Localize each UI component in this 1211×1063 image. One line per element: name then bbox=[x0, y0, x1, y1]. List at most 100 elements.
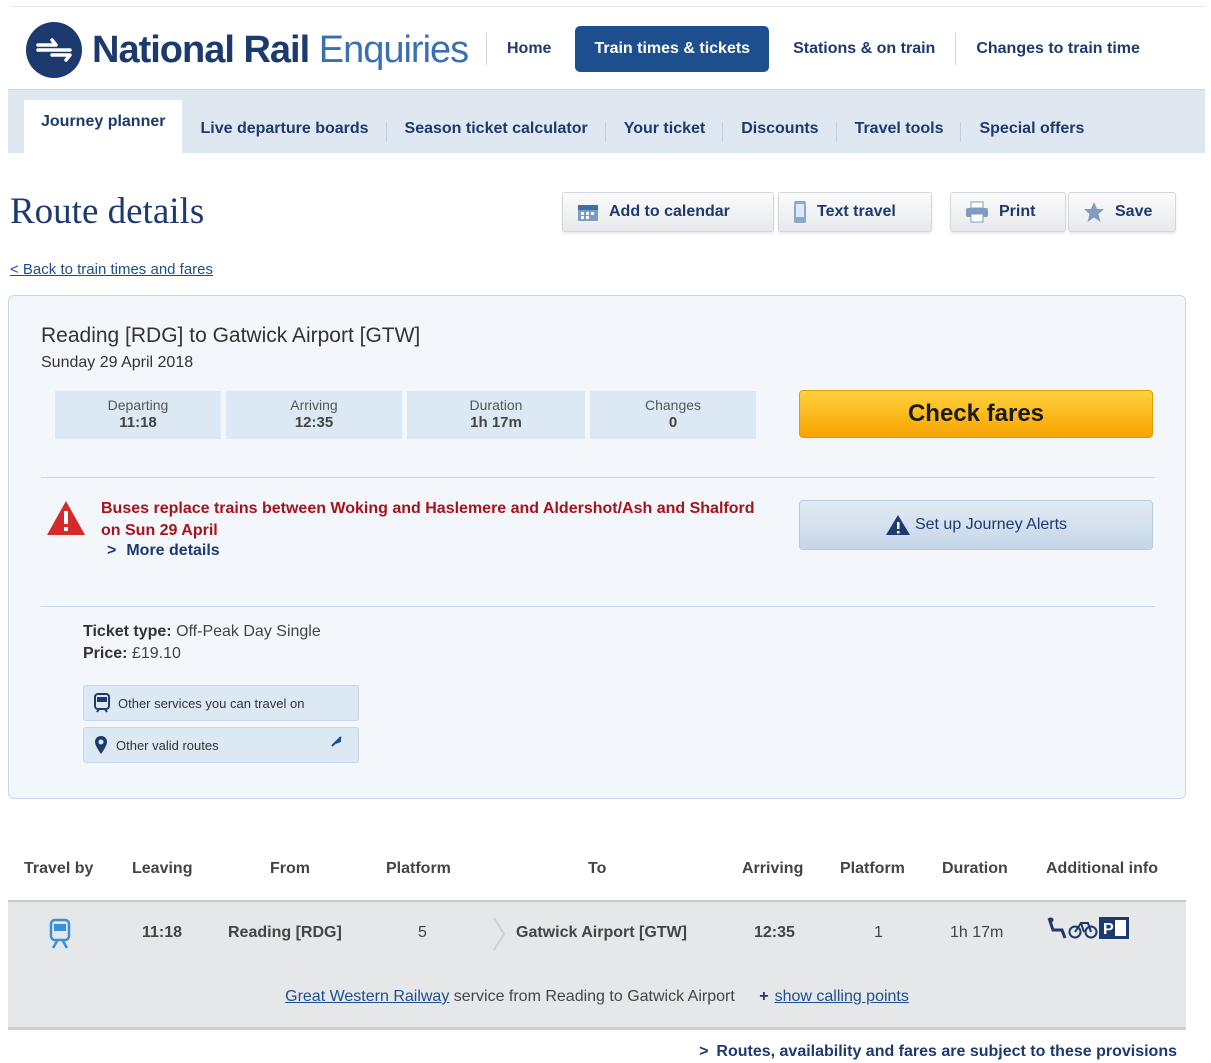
tab-special-offers[interactable]: Special offers bbox=[961, 100, 1102, 153]
save-button[interactable]: Save bbox=[1068, 192, 1176, 232]
print-button[interactable]: Print bbox=[950, 192, 1066, 232]
nav-home[interactable]: Home bbox=[487, 40, 571, 58]
stat-value: 11:18 bbox=[119, 414, 157, 431]
journey-stats: Departing 11:18 Arriving 12:35 Duration … bbox=[55, 391, 761, 439]
col-duration: Duration bbox=[942, 860, 1008, 877]
header-divider bbox=[10, 6, 1205, 7]
mobile-phone-icon bbox=[794, 201, 806, 223]
col-to: To bbox=[588, 860, 607, 877]
map-pin-icon bbox=[95, 736, 107, 754]
journey-table-header: Travel by Leaving From Platform To Arriv… bbox=[8, 860, 1186, 884]
route-date: Sunday 29 April 2018 bbox=[41, 354, 194, 371]
journey-alerts-label: Set up Journey Alerts bbox=[914, 516, 1068, 533]
row-from-platform: 5 bbox=[418, 924, 427, 941]
tab-travel-tools[interactable]: Travel tools bbox=[837, 100, 962, 153]
tab-season-ticket-calculator[interactable]: Season ticket calculator bbox=[387, 100, 606, 153]
col-platform: Platform bbox=[386, 860, 451, 877]
operator-link[interactable]: Great Western Railway bbox=[285, 988, 449, 1005]
warning-icon bbox=[47, 501, 85, 535]
service-alert-text: Buses replace trains between Woking and … bbox=[101, 500, 755, 539]
service-description: service from Reading to Gatwick Airport bbox=[453, 988, 735, 1005]
national-rail-logo-icon bbox=[26, 22, 82, 78]
card-divider bbox=[41, 606, 1155, 607]
tab-discounts[interactable]: Discounts bbox=[723, 100, 837, 153]
main-nav: Home Train times & tickets Stations & on… bbox=[486, 26, 1160, 72]
additional-info-icons: P bbox=[1046, 916, 1130, 940]
text-travel-label: Text travel bbox=[817, 203, 896, 220]
add-to-calendar-label: Add to calendar bbox=[609, 203, 730, 220]
back-to-train-times-link[interactable]: < Back to train times and fares bbox=[10, 261, 213, 278]
col-travel-by: Travel by bbox=[24, 860, 94, 877]
train-icon bbox=[94, 693, 110, 713]
text-travel-button[interactable]: Text travel bbox=[778, 192, 932, 232]
tab-label: Season ticket calculator bbox=[404, 120, 588, 137]
nav-changes-to-train-times[interactable]: Changes to train time bbox=[956, 40, 1160, 58]
stat-duration: Duration 1h 17m bbox=[407, 391, 585, 439]
tab-label: Your ticket bbox=[623, 120, 706, 137]
row-to-platform: 1 bbox=[874, 924, 883, 941]
journey-table-row: 11:18 Reading [RDG] 5 Gatwick Airport [G… bbox=[8, 900, 1186, 964]
card-divider bbox=[41, 477, 1155, 478]
ticket-type: Ticket type: Off-Peak Day Single bbox=[83, 623, 321, 641]
col-leaving: Leaving bbox=[132, 860, 193, 877]
row-to: Gatwick Airport [GTW] bbox=[516, 924, 687, 941]
tab-label: Live departure boards bbox=[200, 120, 369, 137]
stat-label: Arriving bbox=[290, 397, 338, 413]
more-details-link[interactable]: > More details bbox=[107, 542, 220, 560]
tab-journey-planner[interactable]: Journey planner bbox=[24, 100, 183, 153]
ticket-price: Price: £19.10 bbox=[83, 645, 181, 663]
service-info-row: Great Western Railway service from Readi… bbox=[8, 964, 1186, 1030]
add-to-calendar-button[interactable]: Add to calendar bbox=[562, 192, 774, 232]
more-details-label: More details bbox=[126, 542, 220, 559]
sub-nav: Journey planner Live departure boards Se… bbox=[8, 89, 1205, 153]
other-valid-routes-button[interactable]: Other valid routes bbox=[83, 727, 359, 763]
row-arriving: 12:35 bbox=[754, 924, 795, 941]
row-leaving: 11:18 bbox=[142, 924, 183, 941]
page-title: Route details bbox=[10, 191, 205, 232]
plus-icon: + bbox=[759, 988, 769, 1005]
brand-name: National Rail Enquiries bbox=[92, 28, 469, 72]
stat-value: 1h 17m bbox=[470, 414, 522, 431]
chevron-right-icon: > bbox=[699, 1043, 709, 1060]
tab-your-ticket[interactable]: Your ticket bbox=[606, 100, 724, 153]
alert-triangle-icon bbox=[885, 515, 910, 535]
provisions-label: Routes, availability and fares are subje… bbox=[716, 1043, 1177, 1060]
stat-label: Changes bbox=[644, 397, 702, 413]
col-additional-info: Additional info bbox=[1046, 860, 1158, 877]
col-arrival-platform: Platform bbox=[840, 860, 905, 877]
site-header: National Rail Enquiries Home Train times… bbox=[0, 0, 1211, 95]
nav-stations-on-train[interactable]: Stations & on train bbox=[773, 40, 955, 58]
ticket-type-label: Ticket type: bbox=[83, 623, 172, 640]
row-duration: 1h 17m bbox=[950, 924, 1004, 941]
calendar-icon bbox=[578, 205, 598, 221]
check-fares-button[interactable]: Check fares bbox=[799, 390, 1153, 438]
provisions-link[interactable]: > Routes, availability and fares are subj… bbox=[699, 1043, 1177, 1061]
other-services-button[interactable]: Other services you can travel on bbox=[83, 685, 359, 721]
tab-label: Journey planner bbox=[41, 113, 166, 130]
chevron-right-icon bbox=[493, 917, 506, 951]
stat-changes: Changes 0 bbox=[590, 391, 756, 439]
bicycle-icon bbox=[1068, 922, 1098, 939]
tab-live-departure-boards[interactable]: Live departure boards bbox=[182, 100, 387, 153]
parking-icon: P bbox=[1099, 917, 1129, 939]
stat-label: Departing bbox=[107, 397, 169, 413]
price-value: £19.10 bbox=[131, 645, 181, 662]
brand-name-bold: National Rail bbox=[92, 28, 310, 71]
journey-summary-card: Reading [RDG] to Gatwick Airport [GTW] S… bbox=[8, 295, 1186, 799]
site-logo[interactable]: National Rail Enquiries bbox=[26, 22, 469, 78]
col-from: From bbox=[270, 860, 310, 877]
train-icon bbox=[49, 918, 71, 949]
set-up-journey-alerts-button[interactable]: Set up Journey Alerts bbox=[799, 500, 1153, 550]
price-label: Price: bbox=[83, 645, 128, 662]
stat-arriving: Arriving 12:35 bbox=[226, 391, 402, 439]
chevron-right-icon: > bbox=[107, 542, 117, 559]
row-from: Reading [RDG] bbox=[228, 924, 342, 941]
nav-train-times-tickets[interactable]: Train times & tickets bbox=[575, 26, 770, 72]
printer-icon bbox=[966, 201, 988, 223]
show-calling-points-link[interactable]: show calling points bbox=[775, 988, 909, 1005]
brand-name-light: Enquiries bbox=[318, 28, 469, 71]
tab-label: Special offers bbox=[979, 120, 1085, 137]
col-arriving: Arriving bbox=[742, 860, 804, 877]
ticket-type-value: Off-Peak Day Single bbox=[176, 623, 321, 640]
route-title: Reading [RDG] to Gatwick Airport [GTW] bbox=[41, 324, 421, 347]
